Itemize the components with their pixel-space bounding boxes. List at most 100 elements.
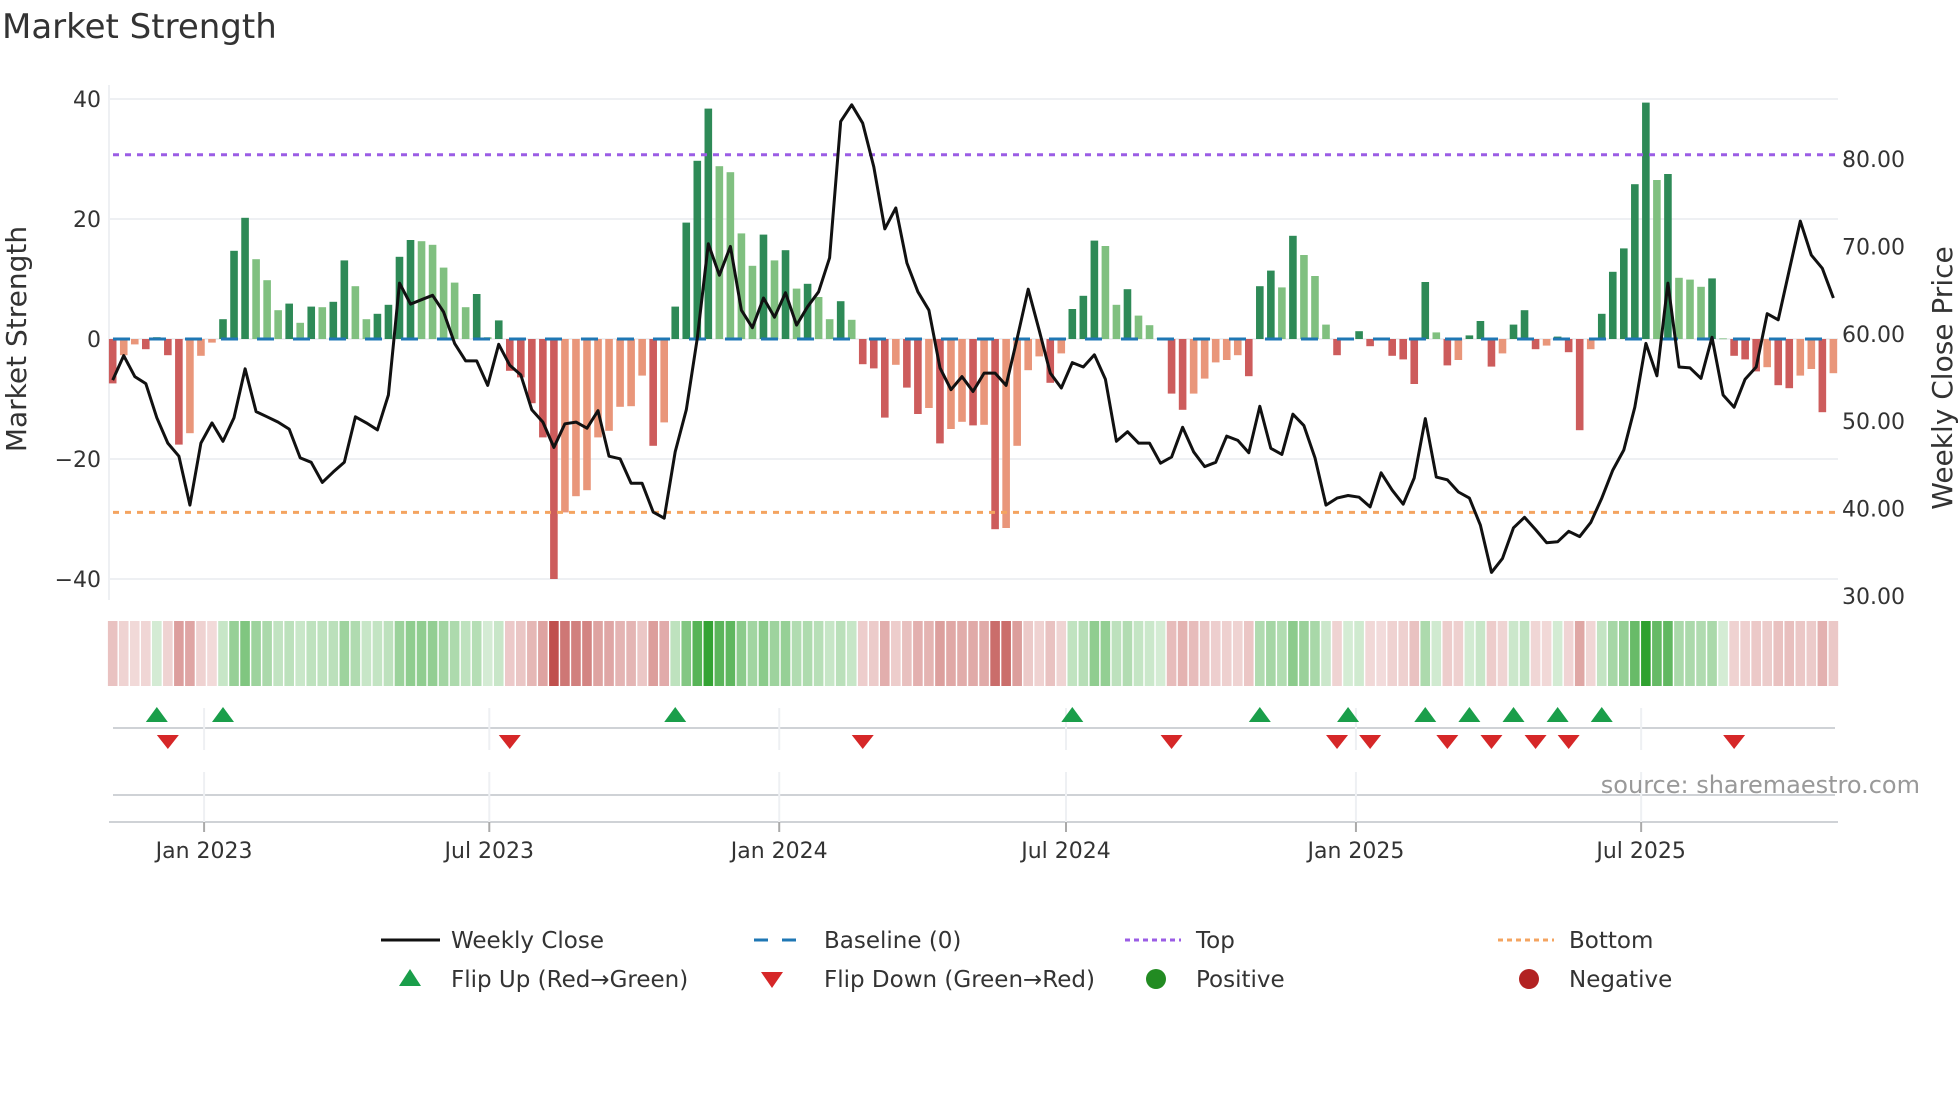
heatmap-cell [1486, 621, 1497, 686]
flip-down-marker [498, 735, 521, 749]
legend-positive-label: Positive [1196, 967, 1285, 993]
heatmap-cell [240, 621, 250, 686]
heatmap-cell [1243, 621, 1254, 686]
heatmap-cell [846, 621, 857, 686]
heatmap-cell [306, 621, 317, 686]
strength-bar [1697, 286, 1705, 339]
heatmap-cell [1056, 621, 1067, 686]
strength-bar [1421, 282, 1430, 339]
strength-bar [682, 222, 691, 339]
strength-bar [439, 267, 448, 339]
strength-bar [1333, 339, 1341, 356]
legend-weekly-close-label: Weekly Close [451, 928, 604, 954]
strength-bar [1222, 339, 1231, 360]
strength-bar [1763, 339, 1771, 368]
strength-bar [1597, 313, 1606, 339]
heatmap-cell [1067, 621, 1078, 686]
heatmap-cell [703, 621, 714, 686]
heatmap-cell [1255, 621, 1265, 686]
strength-bar [197, 339, 205, 356]
strength-bar [1322, 324, 1330, 339]
flip-down-marker [1557, 735, 1580, 749]
heatmap-cell [1817, 621, 1828, 686]
strength-bar [1256, 286, 1264, 339]
source-credit: source: sharemaestro.com [1601, 771, 1920, 799]
heatmap-cell [471, 621, 482, 686]
heatmap-cell [604, 621, 614, 686]
heatmap-cell [317, 621, 328, 686]
heatmap-cell [725, 621, 736, 686]
strength-bar [715, 166, 724, 339]
strength-bar [660, 339, 668, 423]
heatmap-cell [1795, 621, 1806, 686]
heatmap-cell [1111, 621, 1122, 686]
right-tick-label: 60.00 [1842, 323, 1905, 348]
heatmap-cell [1188, 621, 1199, 686]
strength-bar [1134, 315, 1143, 339]
strength-bar [318, 307, 327, 339]
x-tick-label: Jan 2023 [154, 839, 253, 864]
heatmap-cell [196, 621, 206, 686]
strength-bar [550, 339, 558, 579]
heatmap-cell [1045, 621, 1056, 686]
strength-bar [1233, 339, 1242, 356]
strength-bar [572, 339, 580, 497]
heatmap-cell [1519, 621, 1530, 686]
heatmap-cell [560, 621, 570, 686]
legend-bottom-label: Bottom [1569, 928, 1653, 954]
strength-bar [1631, 184, 1639, 339]
strength-bar [1178, 339, 1187, 410]
heatmap-cell [1751, 621, 1761, 686]
strength-bar [1101, 246, 1110, 339]
strength-bar [1289, 235, 1297, 339]
strength-bar [1675, 277, 1683, 339]
heatmap-cell [251, 621, 261, 686]
strength-bar [285, 303, 293, 339]
heatmap-cell [1806, 621, 1817, 686]
flip-up-triangle-icon [399, 969, 421, 986]
heatmap-cell [1365, 621, 1375, 686]
flip-up-marker [145, 707, 168, 722]
heatmap-cell [946, 621, 956, 686]
heatmap-cell [571, 621, 581, 686]
flip-up-marker [1590, 707, 1613, 722]
strength-bar [1608, 271, 1617, 339]
strength-bar [1112, 304, 1121, 339]
heatmap-cell [1177, 621, 1188, 686]
strength-bar [1653, 180, 1661, 339]
heatmap-cell [460, 621, 471, 686]
flip-down-marker [1524, 735, 1547, 749]
strength-bar [1785, 339, 1794, 389]
heatmap-cell [1100, 621, 1111, 686]
heatmap-cell [1552, 621, 1563, 686]
heatmap-cell [1641, 621, 1651, 686]
heatmap-cell [990, 621, 1000, 686]
flip-up-marker [212, 707, 234, 722]
strength-bar [384, 304, 393, 339]
right-axis-title: Weekly Close Price [1926, 246, 1959, 509]
heatmap-cell [1630, 621, 1640, 686]
right-tick-label: 30.00 [1842, 585, 1905, 610]
heatmap-cell [174, 621, 184, 686]
heatmap-cell [1773, 621, 1784, 686]
strength-bar [1399, 339, 1408, 360]
heatmap-cell [1663, 621, 1673, 686]
strength-bar [1476, 321, 1485, 339]
heatmap-cell [1696, 621, 1706, 686]
strength-bar [903, 339, 911, 388]
heatmap-cell [140, 621, 151, 686]
heatmap-cell [1321, 621, 1331, 686]
x-tick-label: Jan 2025 [1305, 839, 1404, 864]
heatmap-cell [527, 621, 537, 686]
left-tick-label: −20 [55, 448, 101, 473]
strength-bar [1388, 339, 1396, 356]
strength-bar [1719, 338, 1727, 340]
heatmap-cell [648, 621, 658, 686]
heatmap-cell [1332, 621, 1342, 686]
strength-bar [627, 339, 635, 407]
strength-bar [1542, 339, 1551, 346]
heatmap-cell [1685, 621, 1695, 686]
heatmap-cell [339, 621, 350, 686]
heatmap-cell [152, 621, 162, 686]
flip-down-marker [851, 735, 874, 749]
